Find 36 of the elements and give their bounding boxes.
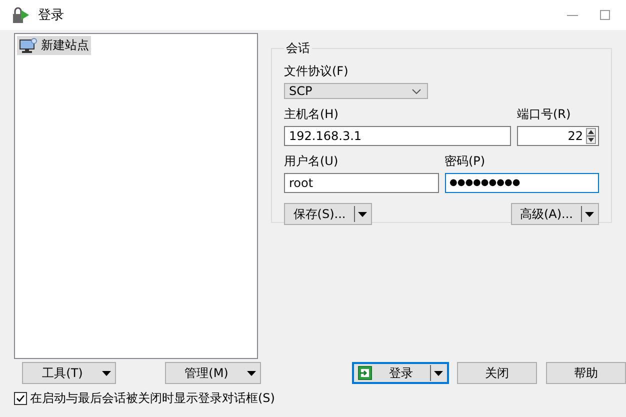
host-field[interactable]: 192.168.3.1: [284, 126, 511, 146]
checkmark-icon: [16, 394, 25, 403]
chevron-icon: [412, 88, 421, 94]
group-title: 会话: [285, 40, 311, 57]
split-button[interactable]: 高级(A)...: [511, 203, 599, 225]
window-title: 登录: [38, 7, 64, 24]
checkbox[interactable]: [14, 392, 27, 405]
username-field[interactable]: root: [284, 173, 438, 193]
computer-icon: [19, 38, 37, 54]
menu-button[interactable]: 工具(T): [22, 362, 116, 384]
caret-icon: [358, 212, 367, 216]
port-field[interactable]: 22: [517, 126, 599, 146]
login-icon: [358, 366, 372, 380]
tree-item[interactable]: 新建站点: [17, 36, 91, 55]
site-tree[interactable]: 新建站点: [14, 33, 258, 359]
caret-icon: [585, 212, 594, 216]
field-label: 密码(P): [444, 153, 486, 170]
spinner-icon[interactable]: [586, 128, 596, 144]
field-label: 文件协议(F): [284, 63, 350, 80]
caret-icon: [102, 370, 111, 376]
dialog-button[interactable]: 帮助: [546, 362, 626, 384]
protocol-dropdown[interactable]: SCP: [284, 83, 428, 99]
split-button[interactable]: 保存(S)...: [284, 203, 372, 225]
field-label: 主机名(H): [284, 106, 340, 123]
lock-icon: [12, 6, 30, 24]
minimize-icon[interactable]: [567, 14, 578, 16]
password-field[interactable]: ●●●●●●●●●: [444, 173, 599, 193]
checkbox-label[interactable]: 在启动与最后会话被关闭时显示登录对话框(S): [30, 390, 275, 407]
menu-button[interactable]: 管理(M): [165, 362, 261, 384]
field-label: 端口号(R): [517, 106, 572, 123]
field-label: 用户名(U): [284, 153, 340, 170]
dialog-button[interactable]: 关闭: [457, 362, 537, 384]
maximize-icon[interactable]: [600, 10, 610, 20]
caret-icon: [434, 370, 443, 376]
caret-icon: [247, 370, 256, 376]
login-button[interactable]: 登录: [352, 362, 449, 384]
